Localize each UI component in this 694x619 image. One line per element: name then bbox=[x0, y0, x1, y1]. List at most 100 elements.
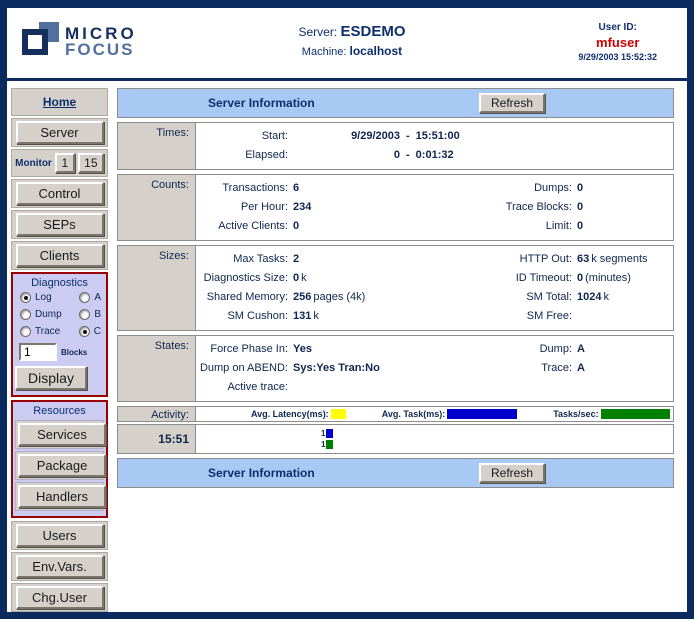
server-label: Server: bbox=[298, 25, 337, 39]
dumps-line: Dumps: 0 bbox=[484, 179, 669, 198]
start-date: 9/29/2003 bbox=[288, 127, 400, 146]
panel-title: Server Information bbox=[208, 466, 315, 480]
trace-blocks-line: Trace Blocks: 0 bbox=[484, 198, 669, 217]
monitor-1-button[interactable]: 1 bbox=[55, 153, 75, 173]
sm-total-line: SM Total: 1024 k bbox=[484, 288, 669, 307]
times-row: Times: Start: 9/29/2003 - 15:51:00 Elaps… bbox=[117, 122, 674, 170]
logo-text-focus: FOCUS bbox=[65, 42, 137, 58]
monitor-label: Monitor bbox=[15, 158, 52, 169]
sidebar-item-services: Services bbox=[15, 420, 104, 449]
elapsed-days: 0 bbox=[288, 146, 400, 165]
force-phase-in-line: Force Phase In: Yes bbox=[196, 340, 484, 359]
log-radio[interactable] bbox=[20, 292, 31, 303]
blocks-label: Blocks bbox=[61, 348, 87, 357]
sm-free-line: SM Free: bbox=[484, 307, 669, 326]
diagnostics-size-line: Diagnostics Size: 0 k bbox=[196, 269, 484, 288]
task-legend: Avg. Task(ms): bbox=[382, 409, 518, 419]
control-button[interactable]: Control bbox=[16, 182, 104, 205]
states-row: States: Force Phase In: Yes Dump on ABEN… bbox=[117, 335, 674, 402]
dump-radio[interactable] bbox=[20, 309, 31, 320]
dump-radio-label: Dump bbox=[35, 309, 62, 320]
sidebar-item-server: Server bbox=[11, 118, 108, 147]
trace-radio-label: Trace bbox=[35, 326, 60, 337]
tasks-sec-mini-bar bbox=[326, 440, 333, 449]
activity-row: Activity: Avg. Latency(ms): Avg. Task(ms… bbox=[117, 406, 674, 422]
diagnostics-title: Diagnostics bbox=[15, 277, 104, 289]
sidebar-item-users: Users bbox=[11, 521, 108, 550]
timeline-bar-tasks-sec: 1 bbox=[321, 439, 673, 450]
user-info: User ID: mfuser 9/29/2003 15:52:32 bbox=[578, 22, 657, 62]
micro-focus-logo: MICRO FOCUS bbox=[21, 20, 137, 64]
display-button[interactable]: Display bbox=[15, 366, 87, 390]
a-radio-label: A bbox=[94, 292, 101, 303]
timeline-time-label: 15:51 bbox=[118, 425, 196, 453]
micro-focus-logo-icon bbox=[21, 20, 61, 64]
services-button[interactable]: Services bbox=[18, 423, 106, 446]
monitor-15-button[interactable]: 15 bbox=[78, 153, 104, 173]
diagnostics-radio-row: Log A bbox=[20, 292, 101, 303]
clients-button[interactable]: Clients bbox=[16, 244, 104, 267]
handlers-button[interactable]: Handlers bbox=[18, 485, 106, 508]
elapsed-time-line: Elapsed: 0 - 0:01:32 bbox=[196, 146, 669, 165]
a-radio[interactable] bbox=[79, 292, 90, 303]
sidebar-item-clients: Clients bbox=[11, 241, 108, 270]
user-id-value: mfuser bbox=[578, 35, 657, 50]
task-mini-bar bbox=[326, 429, 333, 438]
server-button[interactable]: Server bbox=[16, 121, 104, 144]
sm-cushon-line: SM Cushon: 131 k bbox=[196, 307, 484, 326]
dump-state-line: Dump: A bbox=[484, 340, 669, 359]
sidebar-item-home[interactable]: Home bbox=[11, 88, 108, 116]
machine-name: localhost bbox=[350, 44, 403, 58]
b-radio[interactable] bbox=[79, 309, 90, 320]
resources-title: Resources bbox=[15, 405, 104, 417]
sidebar-item-seps: SEPs bbox=[11, 210, 108, 239]
c-radio[interactable] bbox=[79, 326, 90, 337]
timeline-row: 15:51 1 1 bbox=[117, 424, 674, 454]
package-button[interactable]: Package bbox=[18, 454, 106, 477]
max-tasks-line: Max Tasks: 2 bbox=[196, 250, 484, 269]
timeline-bar-task: 1 bbox=[321, 428, 673, 439]
dump-on-abend-line: Dump on ABEND: Sys:Yes Tran:No bbox=[196, 359, 484, 378]
shared-memory-line: Shared Memory: 256 pages (4k) bbox=[196, 288, 484, 307]
page-header: MICRO FOCUS Server: ESDEMO Machine: loca… bbox=[7, 8, 687, 78]
users-button[interactable]: Users bbox=[16, 524, 104, 547]
tasks-sec-swatch bbox=[601, 409, 670, 419]
sidebar-item-chguser: Chg.User bbox=[11, 583, 108, 612]
chguser-button[interactable]: Chg.User bbox=[16, 586, 104, 609]
app-window: MICRO FOCUS Server: ESDEMO Machine: loca… bbox=[7, 8, 687, 612]
sidebar-item-monitor: Monitor 1 15 bbox=[11, 149, 108, 177]
id-timeout-line: ID Timeout: 0 (minutes) bbox=[484, 269, 669, 288]
seps-button[interactable]: SEPs bbox=[16, 213, 104, 236]
latency-swatch bbox=[331, 409, 346, 419]
task-swatch bbox=[447, 409, 517, 419]
panel-title: Server Information bbox=[208, 96, 315, 110]
refresh-button-top[interactable]: Refresh bbox=[479, 93, 545, 113]
server-name: ESDEMO bbox=[341, 23, 406, 40]
latency-legend: Avg. Latency(ms): bbox=[251, 409, 346, 419]
times-row-label: Times: bbox=[118, 123, 196, 169]
elapsed-label: Elapsed: bbox=[196, 146, 288, 165]
start-clock: 15:51:00 bbox=[416, 127, 460, 146]
user-id-label: User ID: bbox=[578, 22, 657, 33]
machine-label: Machine: bbox=[302, 46, 347, 58]
server-info-footer-bar: Server Information Refresh bbox=[117, 458, 674, 488]
sidebar-nav: Home Server Monitor 1 15 Control SEPs Cl… bbox=[11, 88, 108, 612]
refresh-button-bottom[interactable]: Refresh bbox=[479, 463, 545, 483]
sidebar-item-envvars: Env.Vars. bbox=[11, 552, 108, 581]
states-row-label: States: bbox=[118, 336, 196, 401]
counts-row-label: Counts: bbox=[118, 175, 196, 240]
blocks-input[interactable] bbox=[19, 343, 57, 361]
home-link[interactable]: Home bbox=[43, 95, 76, 109]
diagnostics-radio-row: Dump B bbox=[20, 309, 101, 320]
server-information-panel: Server Information Refresh Times: Start:… bbox=[117, 88, 674, 612]
limit-line: Limit: 0 bbox=[484, 217, 669, 236]
server-info-header-bar: Server Information Refresh bbox=[117, 88, 674, 118]
diagnostics-radio-row: Trace C bbox=[20, 326, 101, 337]
diagnostics-panel: Diagnostics Log A Dump B bbox=[11, 272, 108, 397]
trace-radio[interactable] bbox=[20, 326, 31, 337]
c-radio-label: C bbox=[94, 326, 101, 337]
server-machine-info: Server: ESDEMO Machine: localhost bbox=[237, 23, 467, 58]
per-hour-line: Per Hour: 234 bbox=[196, 198, 484, 217]
sizes-row-label: Sizes: bbox=[118, 246, 196, 330]
envvars-button[interactable]: Env.Vars. bbox=[16, 555, 104, 578]
